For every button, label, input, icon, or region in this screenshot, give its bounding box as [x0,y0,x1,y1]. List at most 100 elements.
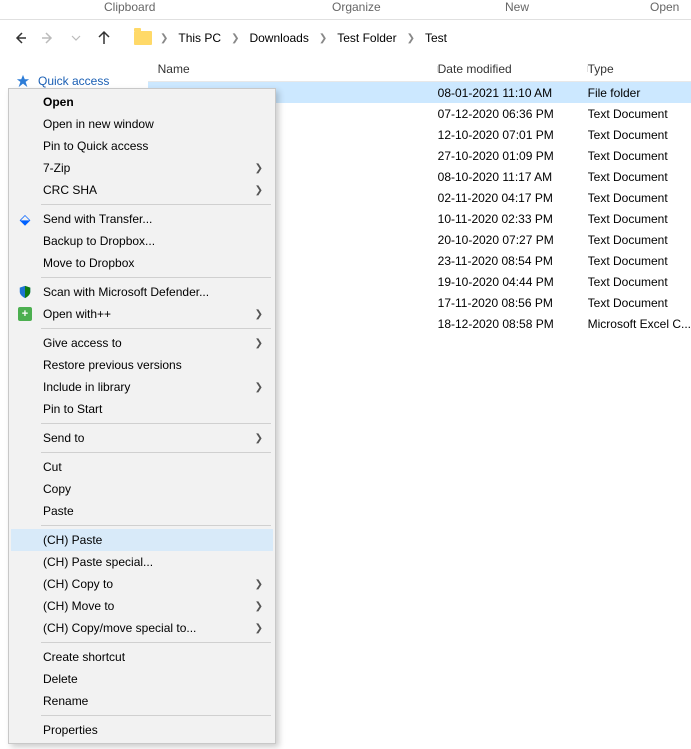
file-date-cell: 10-11-2020 02:33 PM [438,212,588,226]
chevron-right-icon: ❯ [255,433,263,444]
chevron-right-icon: ❯ [255,309,263,320]
context-menu-item[interactable]: Send to ❯ [11,427,273,449]
file-type-cell: Text Document [588,254,691,268]
file-type-cell: Text Document [588,170,691,184]
context-menu-item[interactable]: Delete [11,668,273,690]
column-header-name[interactable]: Name [148,62,438,76]
file-date-cell: 17-11-2020 08:56 PM [438,296,588,310]
ribbon-group-labels: Clipboard Organize New Open [0,0,691,20]
context-menu-separator [41,642,271,643]
file-date-cell: 20-10-2020 07:27 PM [438,233,588,247]
file-type-cell: Text Document [588,233,691,247]
context-menu-label: (CH) Paste [43,533,102,547]
file-type-cell: Text Document [588,191,691,205]
context-menu-item[interactable]: Include in library ❯ [11,376,273,398]
recent-dropdown[interactable] [64,26,88,50]
ribbon-label-new: New [505,0,529,14]
context-menu-label: 7-Zip [43,161,70,175]
context-menu-item[interactable]: Move to Dropbox [11,252,273,274]
back-button[interactable] [8,26,32,50]
forward-button[interactable] [36,26,60,50]
context-menu-item[interactable]: (CH) Copy to ❯ [11,573,273,595]
chevron-right-icon: ❯ [227,33,243,44]
breadcrumb-test-folder[interactable]: Test Folder [335,29,398,47]
context-menu-item[interactable]: Scan with Microsoft Defender... [11,281,273,303]
context-menu-separator [41,277,271,278]
context-menu-item[interactable]: Open with++ ❯ + [11,303,273,325]
file-date-cell: 19-10-2020 04:44 PM [438,275,588,289]
column-header-type[interactable]: Type [588,62,691,76]
context-menu-separator [41,715,271,716]
context-menu-item[interactable]: Pin to Start [11,398,273,420]
context-menu-label: Send to [43,431,84,445]
breadcrumb[interactable]: ❯ This PC ❯ Downloads ❯ Test Folder ❯ Te… [134,29,449,47]
context-menu-label: Open with++ [43,307,111,321]
context-menu-label: Pin to Start [43,402,102,416]
context-menu-label: Open in new window [43,117,154,131]
context-menu-item[interactable]: (CH) Paste [11,529,273,551]
chevron-right-icon: ❯ [315,33,331,44]
dropbox-icon: ⬙ [17,211,33,227]
file-type-cell: Text Document [588,275,691,289]
context-menu-item[interactable]: (CH) Paste special... [11,551,273,573]
folder-icon [134,31,152,45]
file-type-cell: Text Document [588,296,691,310]
context-menu-item[interactable]: CRC SHA ❯ [11,179,273,201]
breadcrumb-downloads[interactable]: Downloads [247,29,310,47]
context-menu-item[interactable]: Open [11,91,273,113]
chevron-right-icon: ❯ [255,382,263,393]
file-date-cell: 23-11-2020 08:54 PM [438,254,588,268]
quick-access-icon [16,74,30,88]
context-menu-item[interactable]: Paste [11,500,273,522]
chevron-right-icon: ❯ [255,579,263,590]
context-menu-item[interactable]: Copy [11,478,273,500]
context-menu-item[interactable]: Properties [11,719,273,741]
context-menu-label: CRC SHA [43,183,97,197]
sidebar-item-quick-access[interactable]: Quick access [16,74,148,88]
context-menu-label: Include in library [43,380,130,394]
file-type-cell: Microsoft Excel C... [588,317,691,331]
ribbon-label-organize: Organize [332,0,381,14]
navigation-bar: ❯ This PC ❯ Downloads ❯ Test Folder ❯ Te… [0,20,691,56]
context-menu-label: Scan with Microsoft Defender... [43,285,209,299]
context-menu-separator [41,204,271,205]
context-menu-item[interactable]: Open in new window [11,113,273,135]
file-date-cell: 18-12-2020 08:58 PM [438,317,588,331]
context-menu-label: (CH) Move to [43,599,114,613]
context-menu-label: (CH) Copy/move special to... [43,621,196,635]
context-menu-item[interactable]: Restore previous versions [11,354,273,376]
context-menu-item[interactable]: Backup to Dropbox... [11,230,273,252]
up-button[interactable] [92,26,116,50]
context-menu-label: Rename [43,694,88,708]
chevron-right-icon: ❯ [255,185,263,196]
context-menu-label: Restore previous versions [43,358,182,372]
context-menu-item[interactable]: Create shortcut [11,646,273,668]
context-menu-label: (CH) Paste special... [43,555,153,569]
plus-icon: + [17,306,33,322]
file-date-cell: 08-10-2020 11:17 AM [438,170,588,184]
column-header-date[interactable]: Date modified [438,62,588,76]
breadcrumb-test[interactable]: Test [423,29,449,47]
sidebar-item-label: Quick access [38,74,109,88]
context-menu-item[interactable]: 7-Zip❯ [11,157,273,179]
context-menu-item[interactable]: Pin to Quick access [11,135,273,157]
chevron-down-icon [71,33,81,43]
file-type-cell: Text Document [588,149,691,163]
chevron-right-icon: ❯ [156,33,172,44]
file-date-cell: 12-10-2020 07:01 PM [438,128,588,142]
breadcrumb-this-pc[interactable]: This PC [176,29,223,47]
context-menu-item[interactable]: Rename [11,690,273,712]
context-menu-item[interactable]: (CH) Copy/move special to... ❯ [11,617,273,639]
file-type-cell: Text Document [588,107,691,121]
ribbon-label-open: Open [650,0,679,14]
chevron-right-icon: ❯ [255,623,263,634]
context-menu-label: (CH) Copy to [43,577,113,591]
file-type-cell: Text Document [588,128,691,142]
context-menu-item[interactable]: (CH) Move to❯ [11,595,273,617]
context-menu-item[interactable]: Give access to❯ [11,332,273,354]
context-menu-label: Move to Dropbox [43,256,134,270]
context-menu-item[interactable]: Cut [11,456,273,478]
context-menu-label: Copy [43,482,71,496]
context-menu-separator [41,452,271,453]
context-menu-item[interactable]: Send with Transfer...⬙ [11,208,273,230]
